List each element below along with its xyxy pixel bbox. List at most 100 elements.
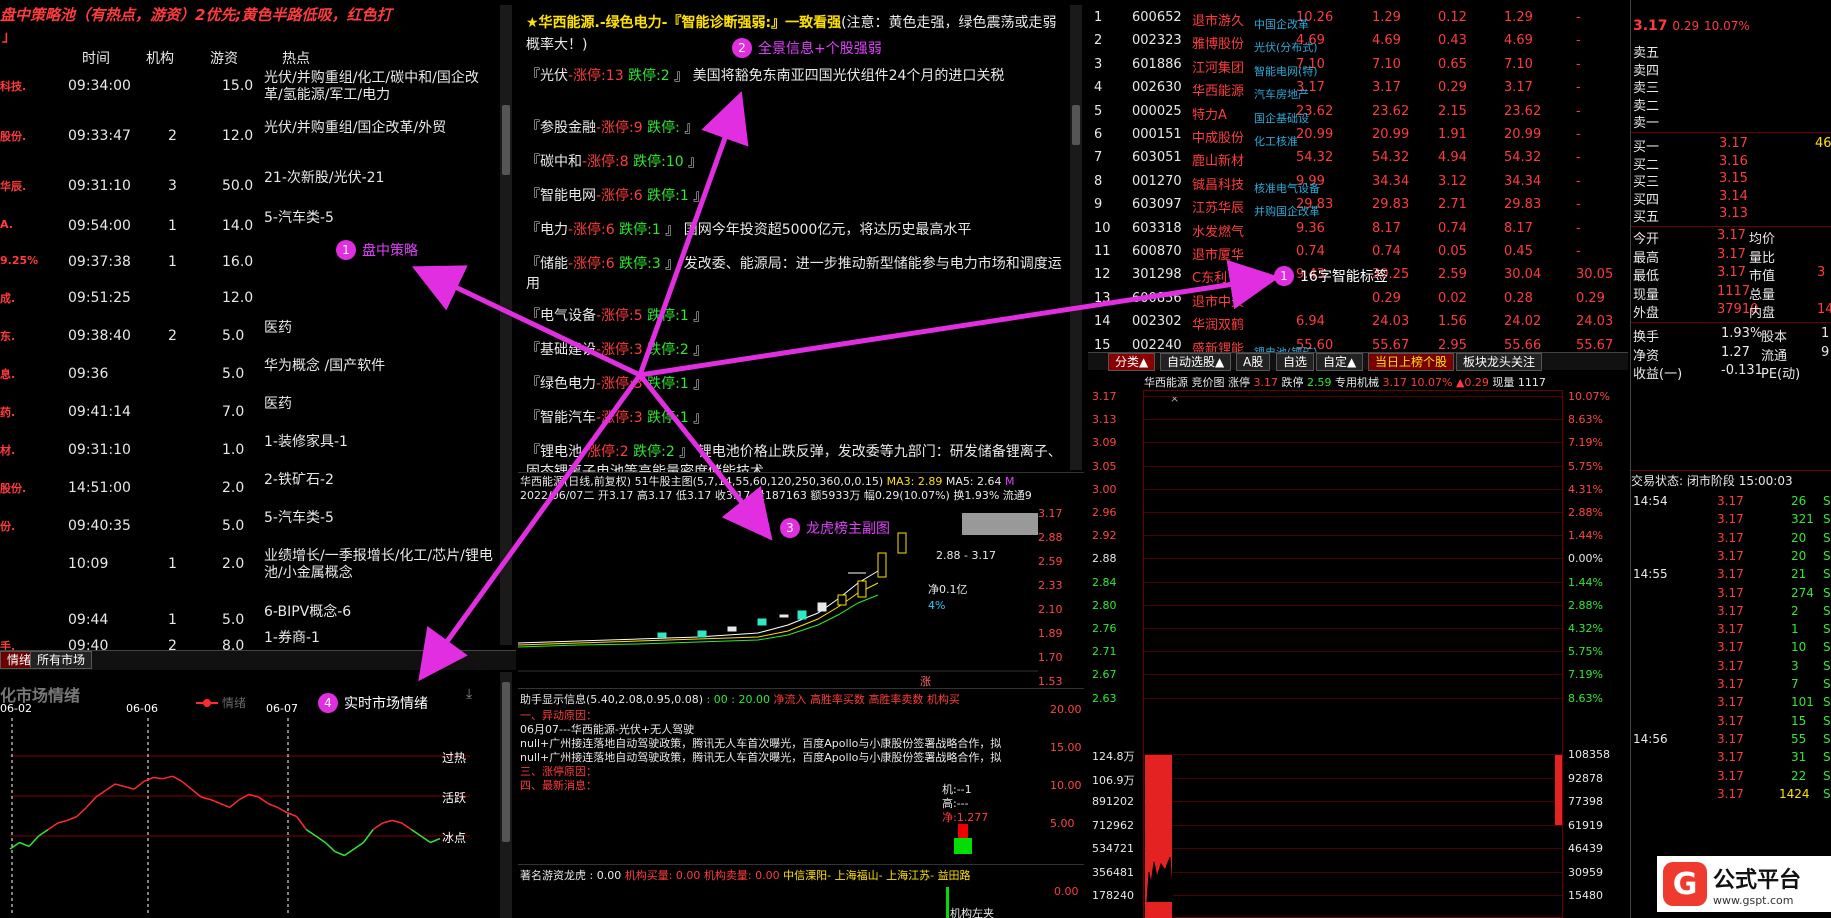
tick-side: S bbox=[1823, 603, 1831, 618]
intraday-tabs[interactable]: 竞价图 涨停 bbox=[1192, 376, 1251, 389]
rank-tab-1[interactable]: 自动选股▲ bbox=[1160, 353, 1232, 371]
intraday-right-label: 10.07% bbox=[1568, 390, 1610, 403]
strategy-stock[interactable]: 股份. bbox=[0, 128, 26, 144]
news-panel: ★华西能源.-绿色电力-『智能诊断强弱:』一致看强(注意：黄色走强，绿色震荡或走… bbox=[518, 0, 1084, 472]
rank-name[interactable]: 鹿山新材 bbox=[1192, 150, 1244, 169]
intraday-vol-left: 356481 bbox=[1092, 865, 1134, 879]
col-header-hot[interactable]: 游资 bbox=[210, 48, 238, 68]
dragon-header[interactable]: 著名游资龙虎 bbox=[520, 869, 586, 882]
rank-name[interactable]: 雅博股份 bbox=[1192, 33, 1244, 52]
news-item[interactable]: 『智能汽车-涨停:3 跌停:1 』 bbox=[526, 408, 1066, 428]
news-item[interactable]: 『电力-涨停:6 跌停:1 』 国网今年投资超5000亿元，将达历史最高水平 bbox=[526, 220, 1066, 240]
strategy-stock[interactable]: 份. bbox=[0, 518, 15, 534]
intraday-left-label: 3.00 bbox=[1092, 482, 1117, 496]
strategy-topic: 光伏/并购重组/化工/碳中和/国企改革/氢能源/军工/电力 bbox=[264, 70, 479, 103]
rank-code[interactable]: 600652 bbox=[1132, 10, 1182, 25]
rank-code[interactable]: 600870 bbox=[1132, 244, 1182, 259]
col-header-inst[interactable]: 机构 bbox=[146, 48, 174, 68]
news-item[interactable]: 『绿色电力-涨停:3 跌停:1 』 bbox=[526, 374, 1066, 394]
strategy-stock[interactable]: 手. bbox=[0, 638, 15, 650]
rank-name[interactable]: 江苏华辰 bbox=[1192, 197, 1244, 216]
tab-all-markets[interactable]: 所有市场 bbox=[30, 651, 93, 669]
bid-label: 买三 bbox=[1633, 175, 1660, 190]
rank-c: 0.29 bbox=[1372, 290, 1401, 306]
intraday-left-label: 3.17 bbox=[1092, 390, 1117, 403]
rank-name[interactable]: 退市厦华 bbox=[1192, 244, 1244, 263]
rank-code[interactable]: 600856 bbox=[1132, 291, 1182, 306]
intraday-frame bbox=[1143, 390, 1563, 918]
rank-tab-3[interactable]: 自选 bbox=[1276, 353, 1315, 371]
rank-code[interactable]: 002302 bbox=[1132, 314, 1182, 329]
rank-tab-0[interactable]: 分类▲ bbox=[1108, 353, 1156, 371]
mood-series-segment bbox=[181, 780, 193, 790]
rank-code[interactable]: 601886 bbox=[1132, 57, 1182, 72]
rank-d: 0.05 bbox=[1438, 244, 1467, 259]
news-scrollbar[interactable] bbox=[1070, 5, 1082, 470]
strategy-time: 09:40 bbox=[68, 638, 109, 650]
rank-code[interactable]: 002240 bbox=[1132, 338, 1182, 352]
rank-code[interactable]: 603051 bbox=[1132, 150, 1182, 165]
rank-tab-4[interactable]: 自定▲ bbox=[1316, 353, 1364, 371]
strategy-stock[interactable]: 息. bbox=[0, 366, 15, 382]
rank-code[interactable]: 002630 bbox=[1132, 80, 1182, 95]
strategy-stock[interactable]: 药. bbox=[0, 404, 15, 420]
rank-name[interactable]: 水发燃气 bbox=[1192, 221, 1244, 240]
rank-code[interactable]: 000025 bbox=[1132, 104, 1182, 119]
strategy-stock[interactable]: 9.25% bbox=[0, 254, 38, 267]
tick-price: 3.17 bbox=[1717, 695, 1744, 710]
strategy-stock[interactable]: 科技. bbox=[0, 78, 26, 94]
strategy-stock[interactable]: 材. bbox=[0, 442, 15, 458]
rank-tab-5[interactable]: 当日上榜个股 bbox=[1368, 353, 1455, 371]
rank-code[interactable]: 603097 bbox=[1132, 197, 1182, 212]
kline-panel: 华西能源(日线,前复权) 51牛股主图(5,7,14,55,60,120,250… bbox=[518, 472, 1084, 716]
rank-tab-6[interactable]: 板块龙头关注 bbox=[1456, 353, 1543, 371]
rank-name[interactable]: 华西能源 bbox=[1192, 80, 1244, 99]
rank-name[interactable]: 特力A bbox=[1192, 104, 1227, 123]
rank-code[interactable]: 000151 bbox=[1132, 127, 1182, 142]
rank-code[interactable]: 002323 bbox=[1132, 33, 1182, 48]
mood-series-segment bbox=[28, 835, 40, 847]
news-item[interactable]: 『电气设备-涨停:5 跌停:1 』 bbox=[526, 306, 1066, 326]
news-item[interactable]: 『碳中和-涨停:8 跌停:10 』 bbox=[526, 152, 1066, 172]
strategy-topic: 1-装修家具-1 bbox=[264, 434, 348, 450]
rank-c: 0.74 bbox=[1372, 244, 1401, 259]
rank-name[interactable]: 中成股份 bbox=[1192, 127, 1244, 146]
news-item[interactable]: 『锂电池-涨停:2 跌停:2 』 锂电池价格止跌反弹，发改委等九部门：研发储备锂… bbox=[526, 442, 1066, 472]
rank-tab-2[interactable]: A股 bbox=[1236, 353, 1271, 371]
mood-series-segment bbox=[372, 822, 384, 831]
rank-name[interactable]: 盛新锂能 bbox=[1192, 338, 1244, 352]
rank-d: 1.91 bbox=[1438, 127, 1467, 142]
grid-line bbox=[1144, 512, 1562, 513]
rank-code[interactable]: 301298 bbox=[1132, 267, 1182, 282]
strategy-stock[interactable]: A. bbox=[0, 218, 13, 231]
strategy-stock[interactable]: 华辰. bbox=[0, 178, 26, 194]
rank-name[interactable]: 铖昌科技 bbox=[1192, 174, 1244, 193]
helper-header[interactable]: 助手显示信息(5.40,2.08,0.95,0.08) bbox=[520, 693, 703, 706]
mood-scrollbar[interactable] bbox=[500, 672, 512, 918]
rank-d: 0.65 bbox=[1438, 56, 1467, 72]
news-item[interactable]: 『参股金融-涨停:9 跌停: 』 bbox=[526, 118, 1066, 138]
strategy-stock[interactable]: 东. bbox=[0, 328, 15, 344]
rank-name[interactable]: 退市游久 bbox=[1192, 10, 1244, 29]
rank-code[interactable]: 603318 bbox=[1132, 221, 1182, 236]
rank-name[interactable]: 江河集团 bbox=[1192, 57, 1244, 76]
news-item[interactable]: 『储能-涨停:6 跌停:3 』 发改委、能源局：进一步推动新型储能参与电力市场和… bbox=[526, 254, 1066, 294]
rank-name[interactable]: 华润双鹤 bbox=[1192, 314, 1244, 333]
intraday-close-icon[interactable]: × bbox=[1170, 392, 1179, 405]
quote-panel: 3.17 0.29 10.07% 卖五 卖四 卖三 卖二 卖一 买一 3.17 46 买二 3.… bbox=[1630, 0, 1831, 918]
strategy-stock[interactable]: 股份. bbox=[0, 480, 26, 496]
mood-chart: 过热活跃冰点 06-02 06-06 06-07 bbox=[0, 702, 470, 916]
news-item[interactable]: 『光伏-涨停:13 跌停:2 』 美国将豁免东南亚四国光伏组件24个月的进口关税 bbox=[526, 66, 1066, 86]
rank-name[interactable]: 退市中天 bbox=[1192, 291, 1244, 310]
news-item[interactable]: 『基础建设-涨停:3 跌停:2 』 bbox=[526, 340, 1066, 360]
rank-code[interactable]: 001270 bbox=[1132, 174, 1182, 189]
rank-v: 8.17 bbox=[1504, 220, 1533, 236]
col-header-topic[interactable]: 热点 bbox=[282, 48, 310, 68]
col-header-time[interactable]: 时间 bbox=[82, 48, 110, 68]
strategy-scrollbar[interactable] bbox=[500, 5, 512, 645]
rank-tag: 锂电池(锂矿) bbox=[1254, 344, 1318, 352]
rank-name[interactable]: C东利 bbox=[1192, 267, 1227, 286]
strategy-stock[interactable]: 成. bbox=[0, 290, 15, 306]
news-item[interactable]: 『智能电网-涨停:6 跌停:1 』 bbox=[526, 186, 1066, 206]
rank-tag: 汽车房地产 bbox=[1254, 88, 1309, 102]
